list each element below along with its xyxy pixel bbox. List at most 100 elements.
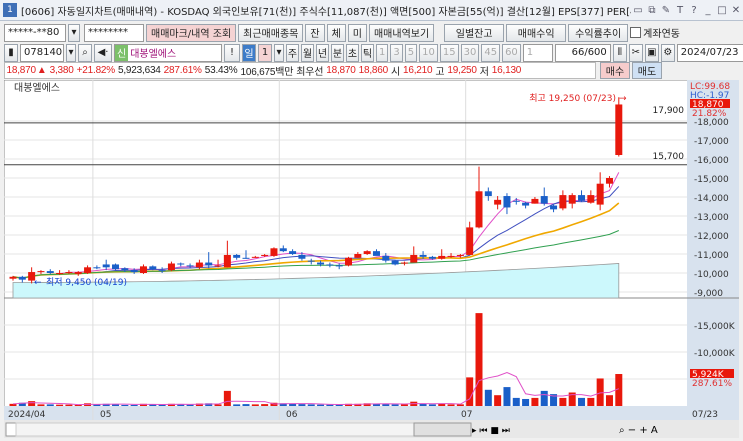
alert-button[interactable]: ! (224, 43, 240, 62)
scroll-left-button[interactable] (5, 422, 17, 437)
yearly-button[interactable]: 년 (316, 43, 329, 62)
candle-body (112, 264, 120, 270)
balance-button[interactable]: 잔 (305, 23, 325, 42)
buy-button[interactable]: 매수 (600, 62, 630, 79)
candle-body (158, 270, 166, 272)
count-input[interactable]: 66/600 (554, 43, 611, 62)
candle-body (503, 196, 511, 208)
candle-body (531, 198, 539, 204)
last-date-label: 07/23 (692, 410, 718, 420)
window-control-icon[interactable]: ⧉ (645, 5, 659, 16)
chevron-down-icon[interactable]: ▾ (274, 43, 284, 62)
volume-bar (317, 404, 325, 406)
save-icon[interactable]: ▣ (644, 43, 659, 62)
candle-body (372, 251, 380, 256)
trade-amount: 106,675백만 (240, 67, 294, 78)
minimize-button[interactable]: _ (701, 5, 715, 16)
password-value: ******** (88, 27, 128, 38)
candle-body (615, 104, 623, 156)
candle-icon[interactable]: ⫴ (612, 43, 627, 62)
open-price: 16,210 (403, 65, 433, 76)
volume-tick-label: -10,000K (694, 349, 736, 359)
password-field[interactable]: ******** (84, 23, 144, 42)
tick-button[interactable]: 틱 (361, 43, 374, 62)
candle-body (428, 256, 436, 259)
volume-bar (65, 404, 73, 406)
toolbar-row-1: *****-**80 ▾ ******** 매매마크/내역 조회 최근매매종목 … (4, 23, 680, 42)
date-label-jul: 07 (461, 410, 472, 420)
tool-icon[interactable]: ✂ (628, 43, 643, 62)
minute-45-button[interactable]: 45 (481, 43, 501, 62)
minute-3-button[interactable]: 3 (390, 43, 403, 62)
font-icon[interactable]: T (673, 5, 687, 16)
candle-body (298, 254, 306, 259)
daily-button[interactable]: 일 (242, 43, 256, 62)
maximize-button[interactable]: □ (715, 5, 729, 16)
daily-balance-button[interactable]: 일별잔고 (444, 23, 505, 42)
trade-mark-query-button[interactable]: 매매마크/내역 조회 (146, 23, 237, 42)
trade-profit-button[interactable]: 매매수익 (506, 23, 567, 42)
candle-body (214, 265, 222, 267)
monthly-button[interactable]: 월 (301, 43, 314, 62)
unfilled-button[interactable]: 미 (347, 23, 367, 42)
stock-code-input[interactable]: 078140 (20, 43, 64, 62)
volume-bar (242, 404, 250, 406)
speaker-icon[interactable]: ◀· (94, 43, 112, 62)
window-control-icon[interactable]: ▭ (631, 5, 645, 16)
minute-15-button[interactable]: 15 (439, 43, 459, 62)
filled-button[interactable]: 체 (326, 23, 346, 42)
stock-code: 078140 (24, 47, 63, 58)
minute-button[interactable]: 분 (331, 43, 344, 62)
scrollbar-track[interactable] (15, 422, 472, 437)
chevron-down-icon[interactable]: ▾ (66, 43, 76, 62)
close-button[interactable]: ✕ (729, 5, 743, 16)
stock-name-field[interactable]: 신 대봉엘에스 (114, 43, 222, 62)
pin-icon[interactable]: ✎ (659, 5, 673, 16)
minute-60-button[interactable]: 60 (502, 43, 521, 62)
date-input[interactable]: 2024/07/23 (676, 43, 743, 62)
toolbar-row-2: ▮ 078140 ▾ ⌕ ◀· 신 대봉엘에스 ! 일 1 ▾ 주 월 년 분 초… (4, 43, 743, 62)
volume-bar (130, 404, 138, 406)
help-icon[interactable]: ? (687, 5, 701, 16)
panel-icon[interactable]: ▮ (4, 43, 18, 62)
volume-bar (438, 403, 446, 406)
account-link-checkbox[interactable]: 계좌연동 (630, 25, 680, 40)
price-tick-label: -18,000 (694, 118, 729, 128)
volume-bar (214, 404, 222, 406)
checkbox-icon[interactable] (630, 27, 642, 38)
period-count[interactable]: 1 (258, 43, 272, 62)
return-trend-button[interactable]: 수익률추이 (568, 23, 629, 42)
current-price: 18,870 (6, 65, 37, 76)
chart-area[interactable]: -9,000 -10,000 -11,000 -12,000 -13,000 -14,00… (3, 79, 740, 439)
account-select[interactable]: *****-**80 (4, 23, 66, 42)
minute-1-button[interactable]: 1 (376, 43, 389, 62)
recent-trades-button[interactable]: 최근매매종목 (238, 23, 304, 42)
price-volume-chart[interactable]: -9,000-10,000-11,000-12,000-13,000-14,00… (3, 79, 740, 439)
minute-5-button[interactable]: 5 (404, 43, 418, 62)
candle-body (233, 254, 241, 258)
scroll-right-button[interactable]: ▸ ⏮ ■ ⏭ (472, 426, 510, 436)
candle-body (354, 254, 362, 258)
minute-10-button[interactable]: 10 (419, 43, 438, 62)
candle-body (605, 178, 613, 184)
candle-body (149, 266, 157, 270)
trade-history-button[interactable]: 매매내역보기 (368, 23, 435, 42)
candle-body (484, 191, 492, 197)
second-button[interactable]: 초 (346, 43, 359, 62)
zoom-controls[interactable]: ⌕ − + A (619, 425, 658, 436)
chevron-down-icon[interactable]: ▾ (68, 23, 80, 42)
search-icon[interactable]: ⌕ (78, 43, 92, 62)
count-max: /600 (584, 47, 607, 58)
minute-30-button[interactable]: 30 (460, 43, 480, 62)
interval-select[interactable]: 1 (522, 43, 553, 62)
weekly-button[interactable]: 주 (286, 43, 299, 62)
turnover: 53.43% (204, 65, 238, 76)
low-annotation: 최저 9,450 (04/19) (46, 277, 127, 288)
sell-button[interactable]: 매도 (632, 62, 662, 79)
candle-body (261, 254, 269, 256)
volume-bar (522, 398, 530, 406)
volume-bar (37, 404, 45, 406)
date-label-jun: 06 (286, 410, 298, 420)
gear-icon[interactable]: ⚙ (660, 43, 675, 62)
scrollbar-thumb[interactable] (413, 422, 472, 437)
